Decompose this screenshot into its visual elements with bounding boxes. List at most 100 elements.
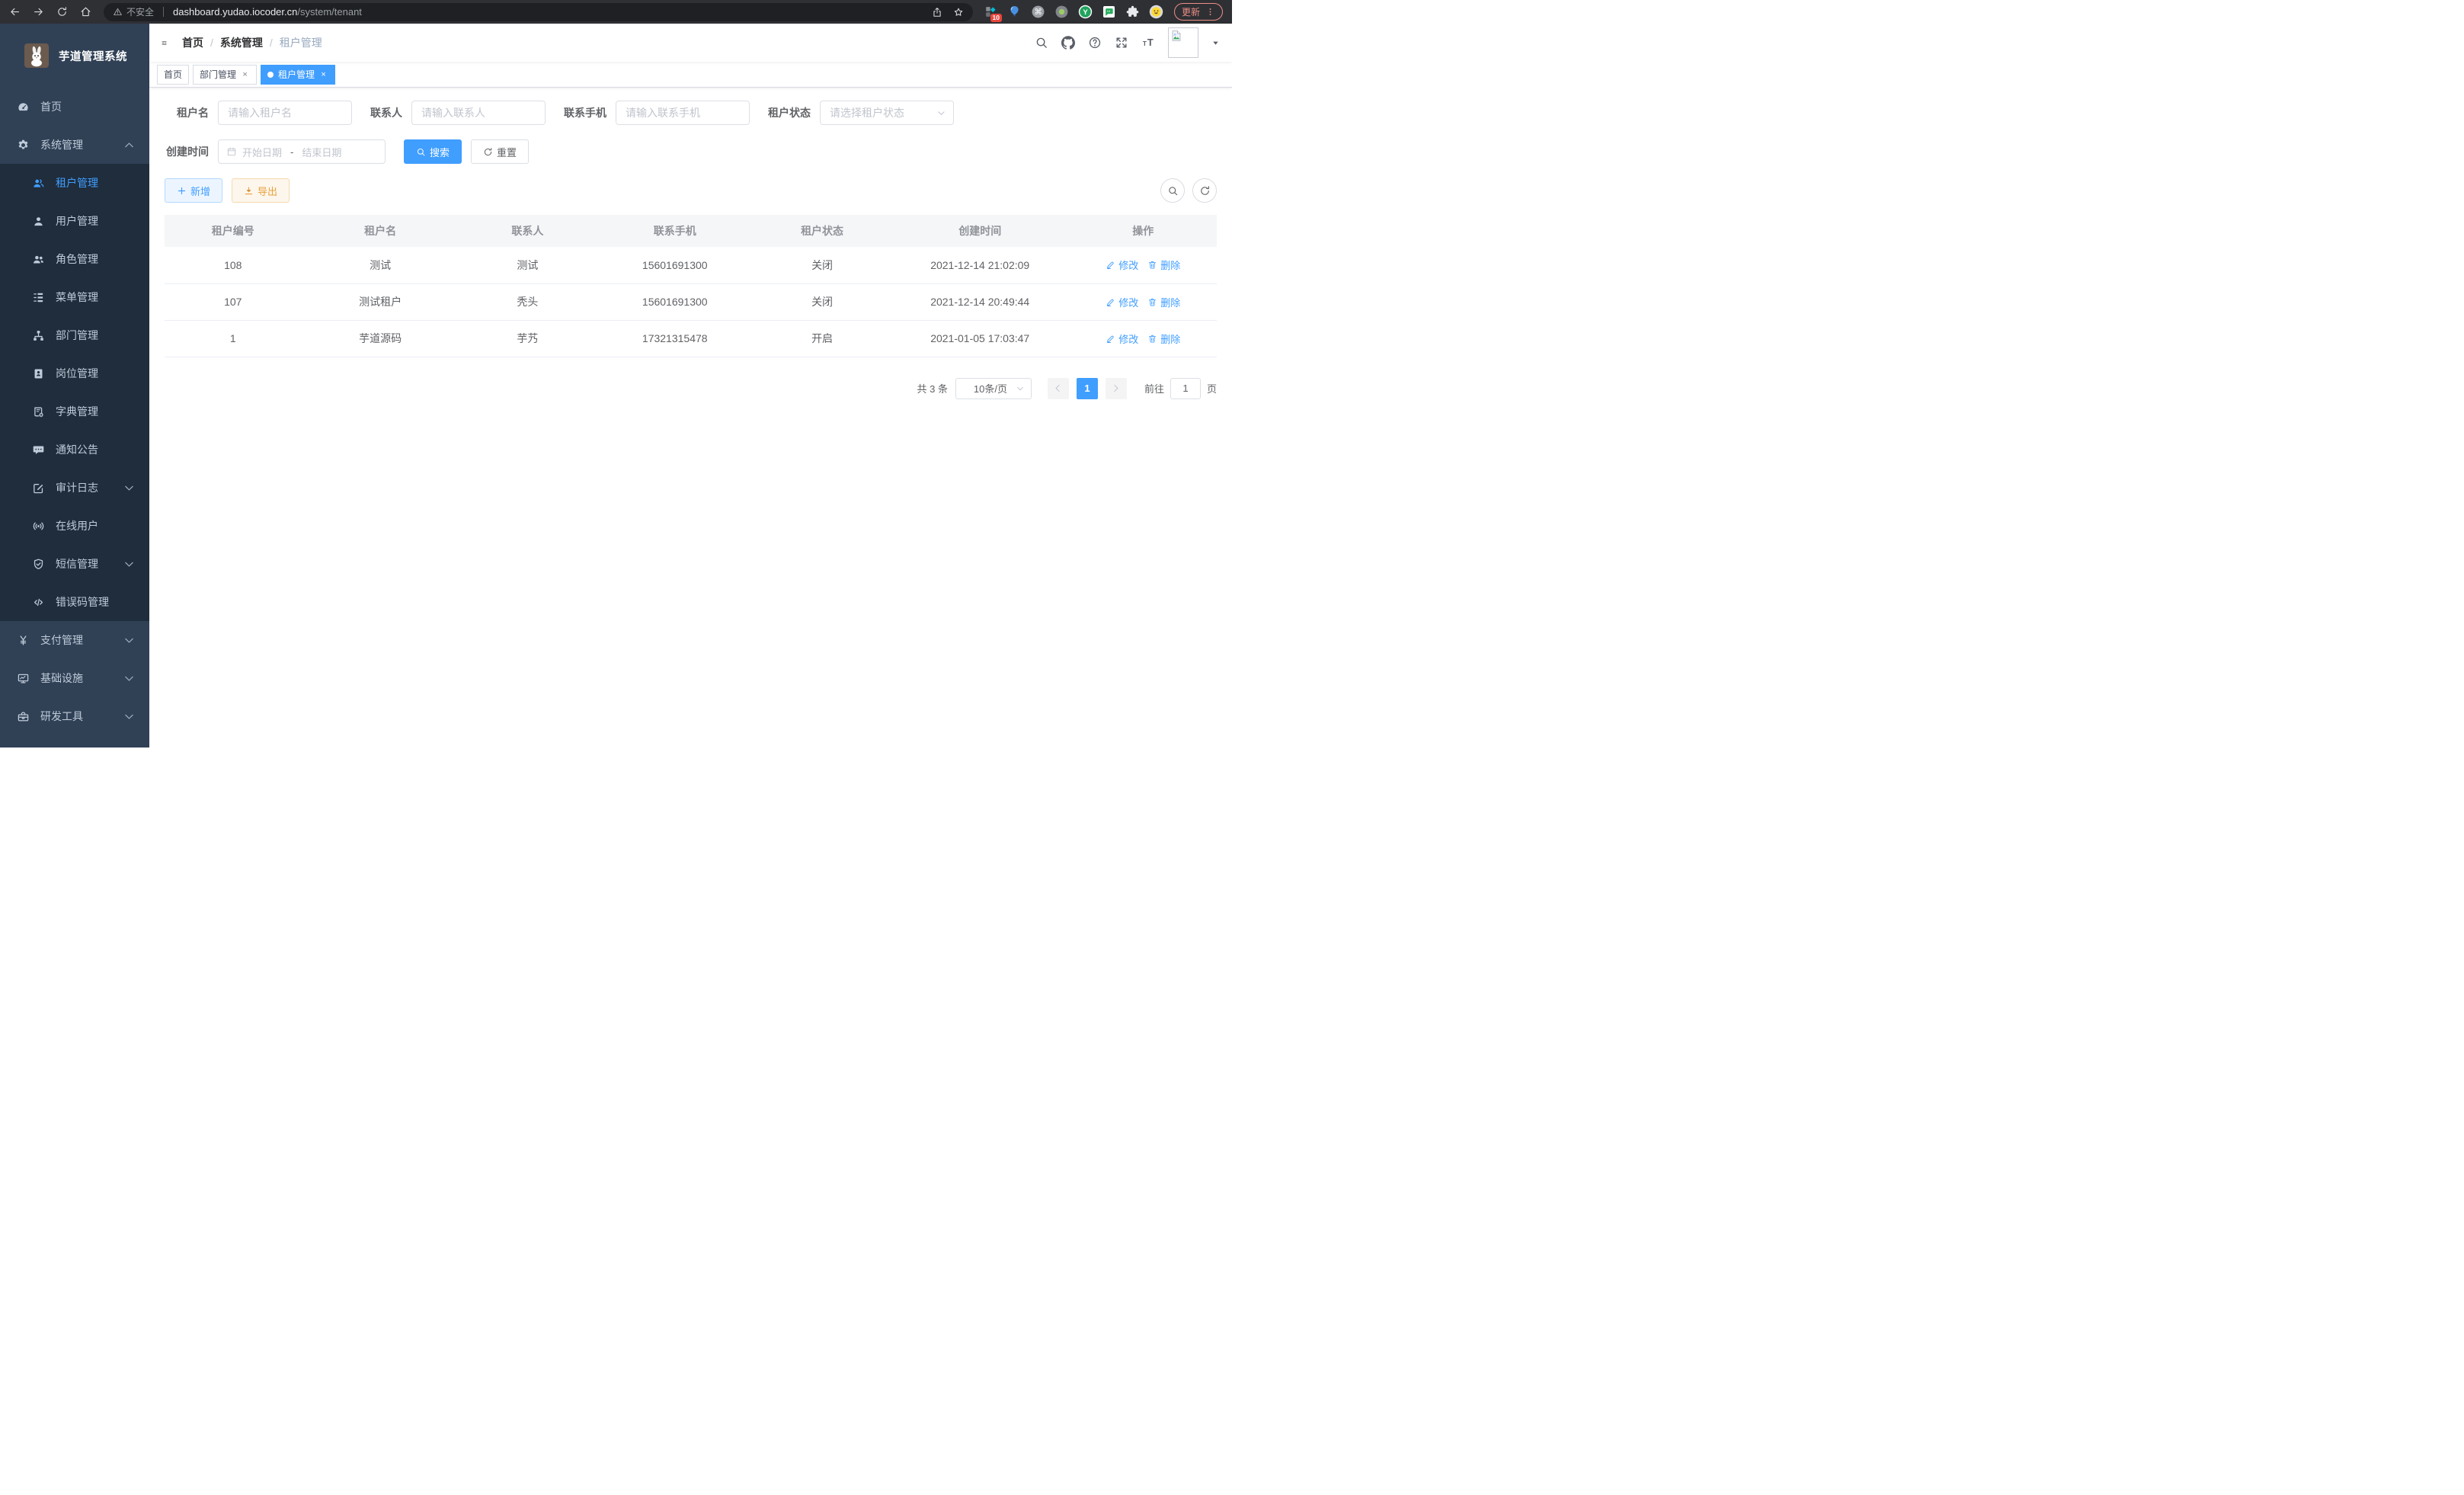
- contact-name-input[interactable]: [411, 101, 546, 125]
- hamburger-icon[interactable]: [157, 36, 171, 50]
- address-bar[interactable]: 不安全 dashboard.yudao.iocoder.cn/system/te…: [104, 3, 973, 21]
- chevron-down-icon: [936, 108, 946, 118]
- breadcrumb-separator: /: [210, 37, 213, 49]
- star-button[interactable]: [953, 7, 964, 18]
- error-code-icon: [32, 596, 45, 609]
- reset-button[interactable]: 重置: [471, 139, 529, 164]
- font-size-icon: TT: [1141, 36, 1155, 50]
- search-toggle-button[interactable]: [1160, 178, 1185, 203]
- puzzle-extensions-button[interactable]: [1125, 5, 1140, 19]
- sidebar-item-sms[interactable]: 短信管理: [0, 545, 149, 583]
- edit-icon: [1106, 334, 1115, 344]
- prev-page-button[interactable]: [1048, 378, 1069, 399]
- goto-page-input[interactable]: [1170, 378, 1201, 399]
- column-header: 联系手机: [596, 215, 754, 247]
- delete-button[interactable]: 删除: [1147, 258, 1180, 272]
- sidebar-item-infra[interactable]: 基础设施: [0, 659, 149, 697]
- tab-close-icon[interactable]: ×: [240, 69, 250, 79]
- table-row: 1芋道源码芋艿17321315478开启2021-01-05 17:03:47修…: [165, 320, 1217, 357]
- search-icon: [1035, 36, 1048, 50]
- gear-icon: [17, 139, 30, 152]
- edit-button[interactable]: 修改: [1106, 295, 1138, 309]
- help-button[interactable]: [1088, 36, 1102, 50]
- command-extension-button[interactable]: ⌘: [1031, 5, 1045, 19]
- kebab-menu-icon[interactable]: [1205, 7, 1215, 17]
- github-button[interactable]: [1061, 36, 1075, 50]
- site-security-chip[interactable]: 不安全: [113, 5, 154, 18]
- sidebar-item-notice[interactable]: 通知公告: [0, 431, 149, 469]
- sidebar-item-menu[interactable]: 菜单管理: [0, 278, 149, 316]
- home-button[interactable]: [80, 6, 91, 18]
- edit-button[interactable]: 修改: [1106, 258, 1138, 272]
- edit-button[interactable]: 修改: [1106, 331, 1138, 346]
- browser-toolbar: 不安全 dashboard.yudao.iocoder.cn/system/te…: [0, 0, 1232, 24]
- refresh-toggle-button[interactable]: [1192, 178, 1217, 203]
- sidebar-item-home[interactable]: 首页: [0, 88, 149, 126]
- filter-form-row-2: 创建时间 开始日期 - 结束日期 搜索 重置: [165, 139, 1217, 164]
- contact-mobile-input[interactable]: [616, 101, 750, 125]
- sidebar-item-label: 研发工具: [40, 709, 83, 724]
- profile-emoji-avatar-button[interactable]: [1149, 5, 1163, 19]
- sidebar-item-system[interactable]: 系统管理: [0, 126, 149, 164]
- column-header: 租户状态: [754, 215, 891, 247]
- tab-dept[interactable]: 部门管理×: [193, 65, 257, 85]
- sidebar-item-dict[interactable]: 字典管理: [0, 392, 149, 431]
- goto-label: 前往: [1144, 381, 1164, 395]
- sidebar-item-dept[interactable]: 部门管理: [0, 316, 149, 354]
- column-header: 联系人: [459, 215, 597, 247]
- search-button[interactable]: 搜索: [404, 139, 462, 164]
- back-button[interactable]: [9, 6, 21, 18]
- select-placeholder: 请选择租户状态: [830, 105, 936, 120]
- grid-extension-button[interactable]: 10: [984, 5, 998, 19]
- cell-contact: 测试: [459, 247, 597, 283]
- record-extension-button[interactable]: [1054, 5, 1069, 19]
- sidebar-item-online-user[interactable]: 在线用户: [0, 507, 149, 545]
- sidebar-item-pay[interactable]: 支付管理: [0, 621, 149, 659]
- tab-close-icon[interactable]: ×: [318, 69, 328, 79]
- font-size-button[interactable]: TT: [1141, 36, 1155, 50]
- chat-extension-button[interactable]: [1102, 5, 1116, 19]
- tenant-status-select[interactable]: 请选择租户状态: [820, 101, 954, 125]
- app-logo-row[interactable]: 芋道管理系统: [0, 24, 149, 88]
- breadcrumb-item[interactable]: 系统管理: [220, 35, 263, 50]
- search-button[interactable]: [1035, 36, 1048, 50]
- back-icon: [9, 6, 21, 18]
- next-page-button[interactable]: [1106, 378, 1127, 399]
- date-start-placeholder: 开始日期: [242, 145, 282, 159]
- user-avatar[interactable]: [1168, 27, 1198, 58]
- forward-button[interactable]: [33, 6, 44, 18]
- balloon-extension-button[interactable]: [1007, 5, 1022, 19]
- sidebar-item-role[interactable]: 角色管理: [0, 240, 149, 278]
- create-time-range-picker[interactable]: 开始日期 - 结束日期: [218, 139, 386, 164]
- add-button[interactable]: 新增: [165, 178, 222, 203]
- user-icon: [32, 215, 45, 228]
- y-circle-extension-button[interactable]: Y: [1078, 5, 1093, 19]
- sidebar-item-post[interactable]: 岗位管理: [0, 354, 149, 392]
- delete-button[interactable]: 删除: [1147, 331, 1180, 346]
- divider: [163, 7, 164, 17]
- delete-button[interactable]: 删除: [1147, 295, 1180, 309]
- export-button[interactable]: 导出: [232, 178, 290, 203]
- navbar-actions: TT: [1035, 27, 1220, 58]
- sidebar-item-dev-tools[interactable]: 研发工具: [0, 697, 149, 735]
- page-size-select[interactable]: 10条/页: [955, 378, 1032, 399]
- tab-tenant[interactable]: 租户管理×: [261, 65, 335, 85]
- fullscreen-button[interactable]: [1115, 36, 1128, 50]
- sms-shield-icon: [32, 558, 45, 571]
- cell-phone: 15601691300: [596, 247, 754, 283]
- sidebar-item-user[interactable]: 用户管理: [0, 202, 149, 240]
- search-icon: [416, 147, 426, 157]
- browser-update-button[interactable]: 更新: [1174, 3, 1223, 21]
- sidebar-item-error-code[interactable]: 错误码管理: [0, 583, 149, 621]
- cell-created_at: 2021-12-14 20:49:44: [891, 283, 1070, 320]
- reload-button[interactable]: [56, 6, 68, 18]
- avatar-dropdown-caret[interactable]: [1211, 39, 1220, 47]
- github-icon: [1061, 36, 1075, 50]
- tenant-name-input[interactable]: [218, 101, 352, 125]
- page-1-button[interactable]: 1: [1077, 378, 1098, 399]
- tab-home[interactable]: 首页: [157, 65, 189, 85]
- sidebar-item-tenant[interactable]: 租户管理: [0, 164, 149, 202]
- share-button[interactable]: [932, 7, 942, 18]
- breadcrumb-item[interactable]: 首页: [182, 35, 203, 50]
- sidebar-item-audit-log[interactable]: 审计日志: [0, 469, 149, 507]
